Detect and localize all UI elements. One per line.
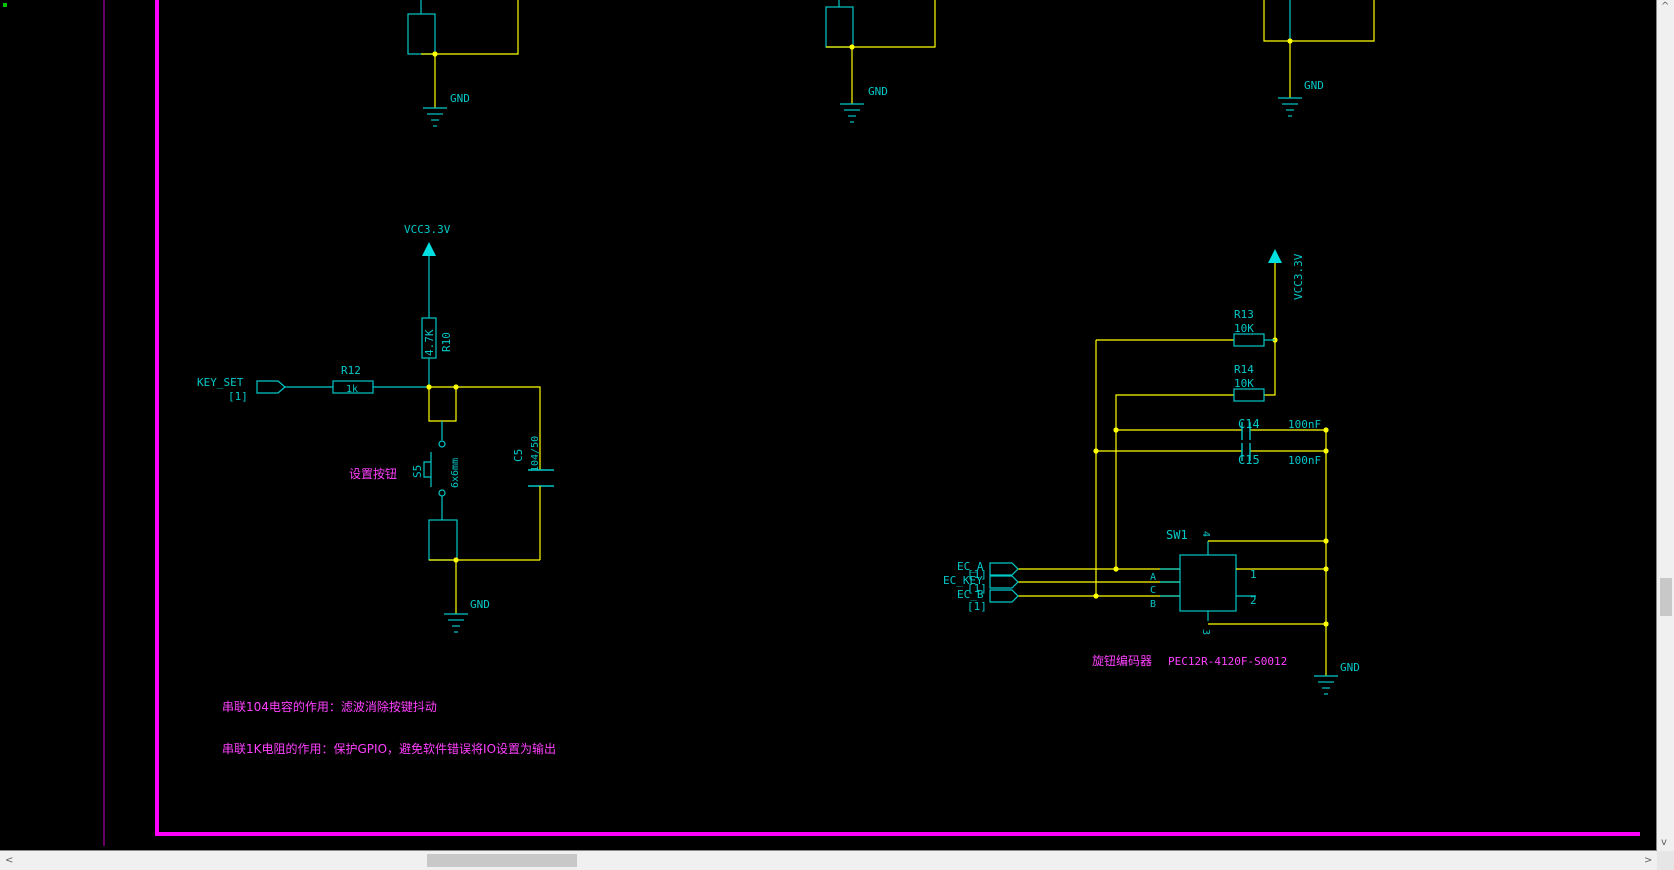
encoder-part-number: PEC12R-4120F-S0012 (1168, 655, 1287, 668)
switch-s5[interactable] (423, 452, 432, 487)
c15-value: 100nF (1288, 454, 1321, 467)
vertical-scrollbar[interactable] (1657, 0, 1674, 850)
r14-value: 10K (1234, 377, 1254, 390)
horizontal-scroll-thumb[interactable] (427, 854, 577, 867)
r12-value: 1k (346, 384, 358, 395)
scroll-down-icon[interactable]: v (1661, 838, 1667, 848)
vcc-label: VCC3.3V (1292, 253, 1305, 300)
r12-ref: R12 (341, 364, 361, 377)
horizontal-scrollbar[interactable] (0, 851, 1656, 870)
sw1-ref: SW1 (1166, 528, 1188, 542)
switch-contact (438, 489, 446, 497)
scrollbar-corner (1657, 851, 1674, 870)
r13-value: 10K (1234, 322, 1254, 335)
pin-c: C (1150, 585, 1156, 596)
note-resistor: 串联1K电阻的作用：保护GPIO，避免软件错误将IO设置为输出 (222, 741, 556, 756)
key-set-port[interactable] (256, 380, 286, 394)
vcc-label: VCC3.3V (404, 223, 451, 236)
scroll-left-icon[interactable]: < (5, 856, 13, 866)
encoder-circuit[interactable]: VCC3.3V R13 10K R14 10K C14 100nF C15 10… (943, 249, 1360, 695)
ec-key-port[interactable] (989, 575, 1019, 589)
c14-value: 100nF (1288, 418, 1321, 431)
pin-b: B (1150, 599, 1156, 610)
gnd-label: GND (1340, 661, 1360, 674)
vcc-arrow-icon (422, 242, 436, 256)
scroll-up-icon[interactable]: ^ (1661, 2, 1669, 12)
c15-ref: C15 (1238, 453, 1260, 467)
r14-ref: R14 (1234, 363, 1254, 376)
encoder-description: 旋钮编码器 (1092, 653, 1152, 668)
s5-description: 设置按钮 (349, 466, 397, 481)
ec-b-ref: [1] (967, 600, 987, 613)
resistor-r13[interactable] (1233, 333, 1265, 347)
pin-4: 4 (1200, 531, 1211, 537)
key-set-ref: [1] (228, 390, 248, 403)
s5-ref: S5 (411, 465, 424, 478)
c14-ref: C14 (1238, 417, 1260, 431)
pin-3: 3 (1200, 629, 1211, 635)
r10-value: 4.7K (423, 329, 436, 356)
resistor-r14[interactable] (1233, 388, 1265, 402)
top-circuit-2[interactable]: GND (825, 0, 936, 123)
key-set-label: KEY_SET (197, 376, 244, 389)
schematic-drawing[interactable]: GND GND GND VCC3.3V 4.7K R10 KEY_SET [1]… (0, 0, 1656, 850)
top-circuit-3[interactable]: GND (1263, 0, 1375, 117)
key-set-circuit[interactable]: VCC3.3V 4.7K R10 KEY_SET [1] R12 1k S5 6… (197, 223, 554, 633)
vcc-arrow-icon (1268, 249, 1282, 263)
r10-ref: R10 (440, 332, 453, 352)
top-circuit-1[interactable]: GND (407, 0, 519, 127)
gnd-label: GND (1304, 79, 1324, 92)
note-capacitor: 串联104电容的作用：滤波消除按键抖动 (222, 699, 437, 714)
encoder-sw1[interactable] (1179, 554, 1237, 612)
ec-a-port[interactable] (989, 562, 1019, 576)
ec-b-port[interactable] (989, 589, 1019, 603)
pin-1: 1 (1250, 568, 1257, 581)
s5-size: 6x6mm (450, 458, 461, 488)
origin-marker (3, 3, 7, 7)
switch-contact (438, 440, 446, 448)
scroll-right-icon[interactable]: > (1644, 856, 1652, 866)
gnd-label: GND (450, 92, 470, 105)
schematic-canvas[interactable]: GND GND GND VCC3.3V 4.7K R10 KEY_SET [1]… (0, 0, 1657, 851)
c5-value: 104/50 (530, 436, 541, 472)
gnd-label: GND (470, 598, 490, 611)
c5-ref: C5 (512, 449, 525, 462)
pin-2: 2 (1250, 594, 1257, 607)
gnd-label: GND (868, 85, 888, 98)
pin-a: A (1150, 572, 1156, 583)
vertical-scroll-thumb[interactable] (1660, 578, 1672, 616)
r13-ref: R13 (1234, 308, 1254, 321)
